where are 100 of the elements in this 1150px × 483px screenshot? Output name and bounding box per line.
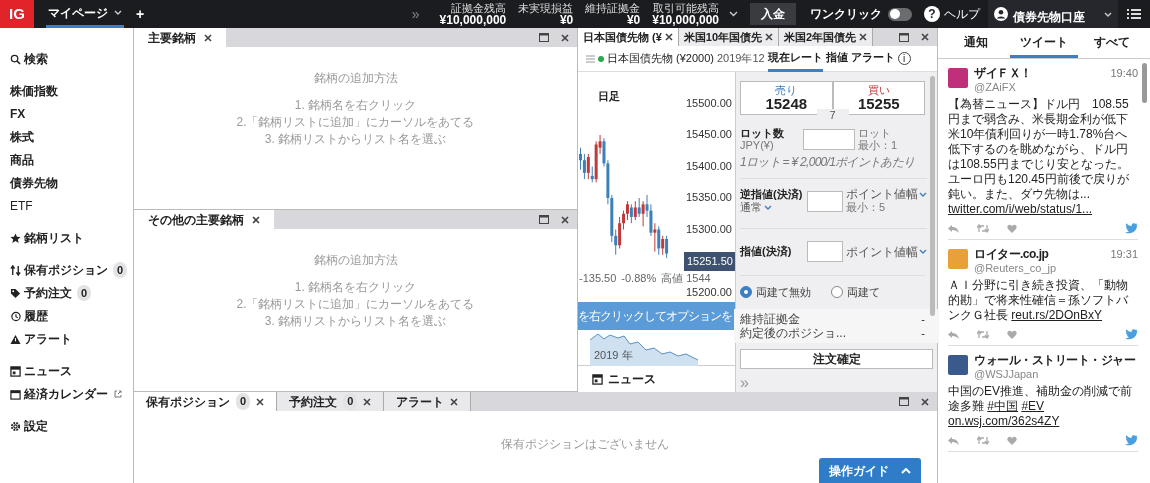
- maximize-icon[interactable]: [539, 215, 549, 224]
- sidebar-item[interactable]: 経済カレンダー: [10, 385, 133, 403]
- close-icon[interactable]: [561, 33, 569, 42]
- newspaper-icon: [592, 373, 603, 385]
- sidebar-label: FX: [10, 106, 26, 123]
- feed-tab[interactable]: 通知: [942, 28, 1010, 58]
- instrument-tab[interactable]: 日本国債先物 (¥: [578, 28, 679, 46]
- list-icon[interactable]: [1127, 8, 1141, 20]
- panel-tab[interactable]: 主要銘柄: [134, 28, 226, 47]
- maximize-icon[interactable]: [899, 397, 909, 406]
- field-label: ロット数: [740, 127, 785, 139]
- close-icon[interactable]: [450, 397, 459, 406]
- stat-label: 取引可能残高: [653, 2, 719, 14]
- close-icon[interactable]: [256, 397, 265, 406]
- page-tab[interactable]: マイページ: [46, 0, 124, 28]
- panel-tab[interactable]: その他の主要銘柄: [134, 210, 274, 229]
- one-click-toggle[interactable]: [888, 7, 912, 21]
- maximize-icon[interactable]: [539, 33, 549, 42]
- sidebar-item[interactable]: 株価指数: [10, 82, 133, 100]
- sidebar-item[interactable]: アラート: [10, 330, 133, 348]
- panel-tab[interactable]: 保有ポジション 0: [134, 392, 278, 411]
- sidebar-item[interactable]: ニュース: [10, 362, 133, 380]
- hedge-radio[interactable]: 両建て: [831, 284, 880, 301]
- instruction-step: 2.「銘柄リストに追加」にカーソルをあてる: [236, 114, 475, 131]
- tweet-link[interactable]: on.wsj.com/362s4ZY: [948, 414, 1060, 428]
- instruction-step: 1. 銘柄名を右クリック: [294, 97, 417, 114]
- close-icon[interactable]: [252, 215, 260, 224]
- limit-distance-field[interactable]: [807, 241, 843, 262]
- sidebar-item[interactable]: 検索: [10, 50, 133, 68]
- panel-tab[interactable]: アラート: [384, 392, 472, 411]
- external-link-icon: [114, 390, 122, 398]
- tweet-text: 【為替ニュース】ドル円 108.55円まで弱含み、米長期金利が低下米10年債利回りが一時1.78%台へ低下するのを眺めながら、ドル円は108.55円までじり安となった。ユーロ円も120.45円前後で戻りが鈍い。また、ダウ先物は... twitter.com/i/web/status/1...: [948, 97, 1130, 217]
- settings-icon: [10, 420, 21, 432]
- up-down-arrows-icon: [10, 264, 21, 276]
- close-icon[interactable]: [561, 215, 569, 224]
- guide-button[interactable]: 操作ガイド: [819, 458, 921, 483]
- confirm-order-button[interactable]: 注文確定: [740, 348, 933, 369]
- tweet-link[interactable]: #中国: [987, 399, 1019, 413]
- panel-tab[interactable]: 予約注文 0: [277, 392, 385, 411]
- account-menu[interactable]: 債券先物口座: [988, 0, 1118, 28]
- sidebar-item[interactable]: 保有ポジション 0: [10, 261, 133, 279]
- count-badge: 0: [343, 393, 358, 410]
- feed-tab[interactable]: すべて: [1078, 28, 1146, 58]
- mode-tab[interactable]: アラート: [850, 45, 895, 72]
- close-icon[interactable]: [664, 33, 673, 41]
- sidebar-item[interactable]: 予約注文 0: [10, 284, 133, 302]
- one-click-label: ワンクリック: [810, 6, 882, 23]
- close-icon[interactable]: [765, 33, 774, 41]
- calendar-icon: [10, 388, 21, 400]
- sidebar-item[interactable]: 商品: [10, 151, 133, 169]
- sidebar-item[interactable]: 株式: [10, 128, 133, 146]
- sidebar-item[interactable]: 銘柄リスト: [10, 229, 133, 247]
- close-icon[interactable]: [363, 397, 372, 406]
- axis-label: 15450.00: [686, 128, 732, 141]
- price-stat: 高値 1544: [661, 271, 711, 286]
- caret-up-icon: [901, 468, 911, 474]
- news-label[interactable]: ニュース: [608, 370, 656, 388]
- app-logo[interactable]: IG: [0, 0, 34, 28]
- sidebar-label: 履歴: [24, 308, 48, 325]
- sidebar-item[interactable]: 設定: [10, 417, 133, 435]
- add-tab-button[interactable]: +: [136, 3, 145, 25]
- axis-label: 15500.00: [686, 96, 732, 110]
- stop-distance-field[interactable]: [807, 190, 843, 212]
- caret-icon[interactable]: [729, 11, 738, 17]
- unit-label: JPY(¥): [740, 139, 775, 151]
- close-icon[interactable]: [204, 33, 212, 42]
- tweet-link[interactable]: twitter.com/i/web/status/1...: [948, 202, 1093, 216]
- axis-label: 15350.00: [686, 191, 732, 204]
- sidebar-item[interactable]: 履歴: [10, 307, 133, 325]
- more-icon[interactable]: »: [411, 3, 420, 25]
- unit-dropdown[interactable]: ポイント値幅: [846, 242, 927, 261]
- feed-tab[interactable]: ツイート: [1010, 28, 1078, 58]
- tab-label: 主要銘柄: [148, 29, 196, 47]
- instructions-heading: 銘柄の追加方法: [313, 70, 398, 87]
- caret-icon: [764, 205, 772, 210]
- tweet-link[interactable]: #EV: [1021, 399, 1045, 413]
- sidebar-label: 債券先物: [10, 175, 58, 192]
- close-icon[interactable]: [921, 33, 929, 41]
- maximize-icon[interactable]: [899, 32, 909, 42]
- help-icon[interactable]: ?: [924, 6, 940, 22]
- deposit-button[interactable]: 入金: [750, 3, 796, 25]
- help-link[interactable]: ヘルプ: [944, 5, 980, 23]
- sidebar-item[interactable]: 債券先物: [10, 174, 133, 192]
- unit-dropdown[interactable]: ポイント値幅: [846, 188, 927, 201]
- hedge-radio[interactable]: 両建て無効: [740, 284, 811, 301]
- axis-label: 15200.00: [686, 285, 732, 299]
- mode-tab[interactable]: 指値: [825, 45, 848, 72]
- close-icon[interactable]: [859, 33, 868, 41]
- lot-size-field[interactable]: [803, 128, 855, 150]
- stop-type-dropdown[interactable]: 通常: [740, 201, 804, 214]
- sidebar-label: 株式: [10, 129, 34, 146]
- instrument-tab[interactable]: 米国10年国債先: [678, 28, 780, 46]
- sidebar-item[interactable]: FX: [10, 105, 133, 123]
- tab-label: 保有ポジション: [146, 393, 230, 411]
- close-icon[interactable]: [921, 397, 929, 406]
- instrument-tab[interactable]: 米国2年国債先: [779, 28, 874, 46]
- stat-label: 維持証拠金: [585, 2, 641, 14]
- tag-icon: [10, 287, 21, 299]
- sidebar-item[interactable]: ETF: [10, 197, 133, 215]
- tweet-link[interactable]: reut.rs/2DOnBxY: [1011, 308, 1103, 322]
